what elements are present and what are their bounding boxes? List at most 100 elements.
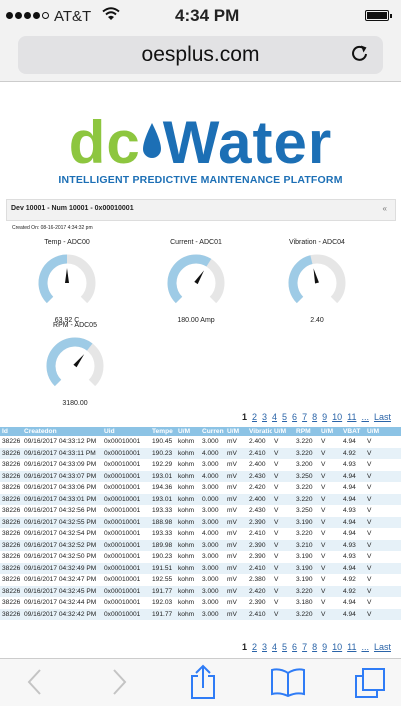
- table-cell: V: [272, 539, 294, 551]
- reload-icon[interactable]: [349, 43, 371, 65]
- column-header[interactable]: Tempe: [150, 427, 176, 436]
- table-cell: V: [365, 562, 401, 574]
- page-link[interactable]: 6: [292, 412, 297, 422]
- table-cell: 192.29: [150, 459, 176, 471]
- status-time: 4:34 PM: [175, 6, 240, 25]
- forward-chevron-icon[interactable]: [110, 667, 128, 697]
- device-title: Dev 10001 - Num 10001 - 0x00010001: [11, 205, 134, 212]
- column-header[interactable]: Id: [0, 427, 22, 436]
- table-cell: 2.410: [247, 562, 272, 574]
- table-cell: 3.000: [200, 516, 225, 528]
- table-cell: 3.000: [200, 574, 225, 586]
- table-cell: 3.220: [294, 528, 319, 540]
- table-cell: 2.400: [247, 436, 272, 448]
- table-cell: 4.94: [341, 436, 365, 448]
- column-header[interactable]: U/M: [225, 427, 247, 436]
- table-cell: 3.000: [200, 482, 225, 494]
- page-link[interactable]: 9: [322, 642, 327, 652]
- collapse-icon[interactable]: «: [383, 204, 387, 213]
- table-cell: 0x00010001: [102, 459, 150, 471]
- page-link[interactable]: 4: [272, 642, 277, 652]
- gauge-needle: [65, 268, 69, 283]
- gauge-dial: [46, 337, 104, 387]
- tabs-icon[interactable]: [354, 667, 386, 699]
- page-link[interactable]: 1: [242, 412, 247, 422]
- page-link[interactable]: 9: [322, 412, 327, 422]
- table-cell: kohm: [176, 562, 200, 574]
- page-more-link[interactable]: ...: [361, 642, 369, 652]
- page-more-link[interactable]: ...: [361, 412, 369, 422]
- table-cell: 4.94: [341, 493, 365, 505]
- gauge-title: RPM - ADC05: [53, 322, 97, 329]
- page-link[interactable]: 7: [302, 642, 307, 652]
- table-cell: 192.55: [150, 574, 176, 586]
- table-row: 38226 09/16/2017 04:32:49 PM 0x00010001 191…: [0, 562, 401, 574]
- gauge-fill: [167, 254, 212, 304]
- page-link[interactable]: 6: [292, 642, 297, 652]
- column-header[interactable]: U/M: [272, 427, 294, 436]
- gauge-title: Temp - ADC00: [44, 239, 90, 246]
- wifi-icon: [102, 7, 120, 20]
- table-row: 38226 09/16/2017 04:33:12 PM 0x00010001 190…: [0, 436, 401, 448]
- table-row: 38226 09/16/2017 04:32:55 PM 0x00010001 188…: [0, 516, 401, 528]
- back-chevron-icon[interactable]: [26, 667, 44, 697]
- page-link[interactable]: 5: [282, 642, 287, 652]
- table-cell: 190.23: [150, 551, 176, 563]
- table-cell: 3.220: [294, 447, 319, 459]
- table-cell: 4.93: [341, 459, 365, 471]
- table-cell: V: [319, 528, 341, 540]
- column-header[interactable]: Uid: [102, 427, 150, 436]
- page-link[interactable]: 4: [272, 412, 277, 422]
- page-link[interactable]: 3: [262, 412, 267, 422]
- column-header[interactable]: Vibratio: [247, 427, 272, 436]
- page-link[interactable]: 8: [312, 412, 317, 422]
- table-cell: 4.93: [341, 539, 365, 551]
- table-cell: mV: [225, 562, 247, 574]
- page-link[interactable]: 1: [242, 642, 247, 652]
- page-link[interactable]: 5: [282, 412, 287, 422]
- page-link[interactable]: 2: [252, 642, 257, 652]
- page-link[interactable]: 2: [252, 412, 257, 422]
- page-link[interactable]: 10: [332, 642, 342, 652]
- table-cell: mV: [225, 447, 247, 459]
- table-cell: 09/16/2017 04:33:12 PM: [22, 436, 102, 448]
- column-header[interactable]: U/M: [365, 427, 401, 436]
- table-row: 38226 09/16/2017 04:33:01 PM 0x00010001 193…: [0, 493, 401, 505]
- table-cell: 4.93: [341, 551, 365, 563]
- column-header[interactable]: U/M: [319, 427, 341, 436]
- table-cell: V: [319, 608, 341, 620]
- column-header[interactable]: Curren: [200, 427, 225, 436]
- table-header-row: Id Createdon Uid Tempe U/M Curren U/M Vi…: [0, 427, 401, 436]
- table-cell: kohm: [176, 608, 200, 620]
- column-header[interactable]: VBAT: [341, 427, 365, 436]
- table-cell: V: [319, 585, 341, 597]
- page-link[interactable]: 11: [347, 412, 356, 422]
- bookmarks-icon[interactable]: [270, 667, 306, 697]
- table-cell: kohm: [176, 551, 200, 563]
- address-bar[interactable]: oesplus.com: [18, 36, 383, 74]
- column-header[interactable]: U/M: [176, 427, 200, 436]
- share-icon[interactable]: [188, 664, 218, 700]
- column-header[interactable]: RPM: [294, 427, 319, 436]
- table-cell: 3.180: [294, 597, 319, 609]
- page-link[interactable]: 8: [312, 642, 317, 652]
- table-cell: 4.94: [341, 470, 365, 482]
- table-cell: mV: [225, 551, 247, 563]
- table-cell: 09/16/2017 04:33:06 PM: [22, 482, 102, 494]
- column-header[interactable]: Createdon: [22, 427, 102, 436]
- table-cell: 190.45: [150, 436, 176, 448]
- table-cell: V: [272, 447, 294, 459]
- device-panel-header[interactable]: Dev 10001 - Num 10001 - 0x00010001 «: [6, 199, 396, 221]
- page-link[interactable]: 11: [347, 642, 356, 652]
- page-link[interactable]: 3: [262, 642, 267, 652]
- page-last-link[interactable]: Last: [374, 642, 391, 652]
- table-cell: V: [319, 551, 341, 563]
- page-link[interactable]: 7: [302, 412, 307, 422]
- table-cell: V: [272, 516, 294, 528]
- table-cell: 0x00010001: [102, 574, 150, 586]
- page-last-link[interactable]: Last: [374, 412, 391, 422]
- table-cell: 38226: [0, 505, 22, 517]
- water-drop-icon: [142, 123, 161, 158]
- table-cell: 3.220: [294, 608, 319, 620]
- page-link[interactable]: 10: [332, 412, 342, 422]
